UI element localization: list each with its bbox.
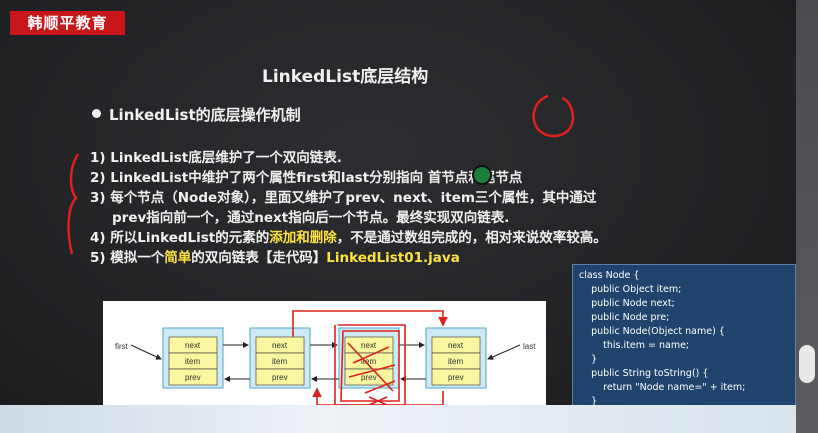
code-line: this.item = name; bbox=[579, 340, 690, 351]
slide-title: LinkedList底层结构 bbox=[262, 67, 429, 87]
node-3-prev: prev bbox=[361, 373, 377, 382]
point-3: 3) 每个节点（Node对象），里面又维护了prev、next、item三个属性… bbox=[90, 190, 597, 206]
point-5-highlight: 简单 bbox=[164, 250, 192, 266]
node-1-prev: prev bbox=[185, 373, 201, 382]
code-line: } bbox=[579, 354, 598, 365]
node-1-item: item bbox=[185, 357, 200, 366]
linked-list-diagram: first last next item prev next item prev bbox=[103, 301, 546, 407]
node-4: next item prev bbox=[425, 327, 487, 389]
node-4-item: item bbox=[448, 357, 463, 366]
point-4-pre: 4) 所以LinkedList的元素的 bbox=[90, 230, 270, 246]
node-4-next: next bbox=[448, 341, 464, 350]
point-4: 4) 所以LinkedList的元素的添加和删除，不是通过数组完成的，相对来说效… bbox=[90, 228, 607, 248]
taskbar-strip bbox=[0, 405, 818, 433]
point-1: 1) LinkedList底层维护了一个双向链表. bbox=[90, 150, 342, 166]
side-panel bbox=[796, 0, 818, 433]
pen-cursor-icon bbox=[472, 165, 492, 185]
brand-logo: 韩顺平教育 bbox=[10, 11, 125, 35]
bullet-dot-icon bbox=[92, 109, 101, 118]
node-4-prev: prev bbox=[448, 373, 464, 382]
point-5: 5) 模拟一个简单的双向链表【走代码】LinkedList01.java bbox=[90, 248, 607, 268]
point-3-cont: prev指向前一个，通过next指向后一个节点。最终实现双向链表. bbox=[112, 210, 510, 226]
code-line: return "Node name=" + item; bbox=[579, 382, 746, 393]
node-2: next item prev bbox=[249, 327, 311, 389]
node-1: next item prev bbox=[162, 327, 224, 389]
points-list: 1) LinkedList底层维护了一个双向链表. 2) LinkedList中… bbox=[90, 148, 607, 268]
bullet-heading: LinkedList的底层操作机制 bbox=[92, 104, 301, 125]
point-4-post: ，不是通过数组完成的，相对来说效率较高。 bbox=[336, 230, 607, 246]
point-5-pre: 5) 模拟一个 bbox=[90, 250, 165, 266]
code-line: public Object item; bbox=[579, 284, 682, 295]
point-5-mid: 的双向链表【走代码】 bbox=[191, 250, 327, 266]
code-line: public String toString() { bbox=[579, 368, 709, 379]
node-class-code-panel: class Node { public Object item; public … bbox=[572, 264, 796, 424]
node-3-next: next bbox=[361, 341, 377, 350]
node-2-item: item bbox=[272, 357, 287, 366]
code-line: public Node pre; bbox=[579, 312, 670, 323]
bullet-text: LinkedList的底层操作机制 bbox=[109, 106, 301, 124]
node-3: next item prev bbox=[338, 327, 400, 389]
point-4-highlight: 添加和删除 bbox=[269, 230, 337, 246]
slide: 韩顺平教育 LinkedList底层结构 LinkedList的底层操作机制 1… bbox=[0, 0, 818, 433]
first-label: first bbox=[115, 342, 129, 351]
point-2: 2) LinkedList中维护了两个属性first和last分别指向 首节点和… bbox=[90, 170, 523, 186]
point-5-filename: LinkedList01.java bbox=[326, 250, 460, 266]
red-circle-annotation bbox=[532, 94, 574, 138]
side-toggle-button[interactable] bbox=[799, 345, 815, 383]
code-line: class Node { bbox=[579, 270, 640, 281]
last-label: last bbox=[523, 342, 536, 351]
node-2-prev: prev bbox=[272, 373, 288, 382]
red-bracket-annotation bbox=[67, 153, 80, 255]
diagram-svg: first last next item prev next item prev bbox=[115, 310, 536, 406]
node-2-next: next bbox=[272, 341, 288, 350]
node-1-next: next bbox=[185, 341, 201, 350]
code-line: public Node(Object name) { bbox=[579, 326, 725, 337]
code-line: public Node next; bbox=[579, 298, 675, 309]
